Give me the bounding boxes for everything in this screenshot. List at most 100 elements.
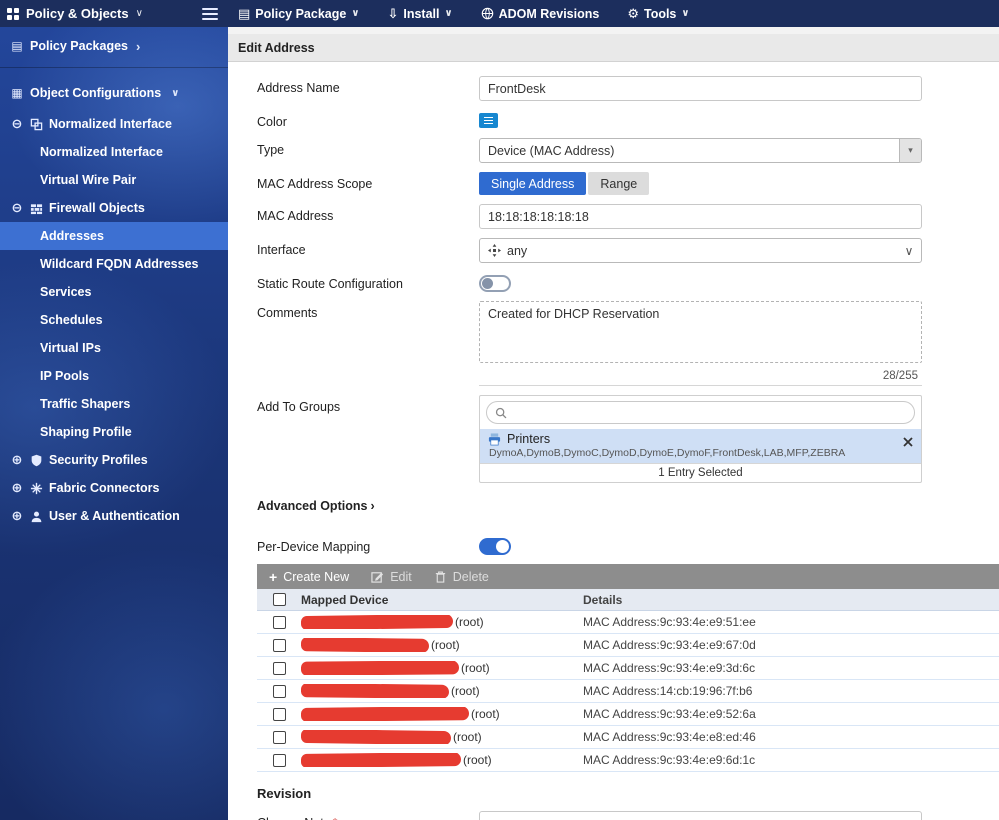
table-row[interactable]: (root) MAC Address:9c:93:4e:e8:ed:46 <box>257 726 999 749</box>
menu-tools[interactable]: ⚙ Tools ∨ <box>627 7 689 21</box>
groups-selected-count: 1 Entry Selected <box>480 463 921 482</box>
expand-icon[interactable]: ⊕ <box>10 480 24 496</box>
chevron-down-icon: ∨ <box>136 8 143 19</box>
column-header-mapped-device[interactable]: Mapped Device <box>301 593 583 607</box>
collapse-icon[interactable]: ⊖ <box>10 200 24 216</box>
menu-adom-revisions[interactable]: ADOM Revisions <box>481 7 600 21</box>
type-select[interactable]: Device (MAC Address) ▾ <box>479 138 922 163</box>
edit-address-form: Address Name Color Type Device (MAC Addr… <box>228 62 970 820</box>
mapped-device-cell: (root) <box>301 730 583 744</box>
app-title[interactable]: Policy & Objects <box>26 6 129 21</box>
menu-label: Policy Package <box>255 7 346 21</box>
mapped-device-cell: (root) <box>301 661 583 675</box>
column-header-details[interactable]: Details <box>583 593 999 607</box>
row-checkbox[interactable] <box>273 639 286 652</box>
sidebar-item-traffic-shapers[interactable]: Traffic Shapers <box>0 390 228 418</box>
field-label: MAC Address <box>257 204 479 223</box>
expand-icon[interactable]: ⊕ <box>10 508 24 524</box>
sidebar-group-user-authentication[interactable]: ⊕ User & Authentication <box>0 502 228 530</box>
chevron-down-icon: ∨ <box>681 8 689 19</box>
menu-label: ADOM Revisions <box>499 7 600 21</box>
group-entry-members: DymoA,DymoB,DymoC,DymoD,DymoE,DymoF,Fron… <box>488 447 913 459</box>
per-device-mapping-row: Per-Device Mapping <box>257 535 970 555</box>
change-note-row: Change Note* <box>257 811 970 820</box>
sidebar-group-fabric-connectors[interactable]: ⊕ Fabric Connectors <box>0 474 228 502</box>
sidebar-section-object-configurations[interactable]: ▦ Object Configurations ∨ <box>0 78 228 108</box>
chevron-right-icon: › <box>370 499 374 513</box>
interface-select[interactable]: any ∨ <box>479 238 922 263</box>
sidebar-item-virtual-ips[interactable]: Virtual IPs <box>0 334 228 362</box>
user-icon <box>30 510 43 523</box>
expand-icon[interactable]: ⊕ <box>10 452 24 468</box>
sidebar-group-security-profiles[interactable]: ⊕ Security Profiles <box>0 446 228 474</box>
sidebar-item-wildcard-fqdn-addresses[interactable]: Wildcard FQDN Addresses <box>0 250 228 278</box>
table-row[interactable]: (root) MAC Address:14:cb:19:96:7f:b6 <box>257 680 999 703</box>
sidebar-item-virtual-wire-pair[interactable]: Virtual Wire Pair <box>0 166 228 194</box>
row-checkbox[interactable] <box>273 731 286 744</box>
row-checkbox[interactable] <box>273 616 286 629</box>
advanced-options-link[interactable]: Advanced Options› <box>257 499 970 513</box>
mac-scope-row: MAC Address Scope Single Address Range <box>257 172 970 195</box>
sidebar-item-shaping-profile[interactable]: Shaping Profile <box>0 418 228 446</box>
select-all-checkbox[interactable] <box>273 593 286 606</box>
app-grid-icon[interactable] <box>7 8 19 20</box>
sidebar-item-schedules[interactable]: Schedules <box>0 306 228 334</box>
edit-button[interactable]: Edit <box>371 570 412 584</box>
color-swatch[interactable] <box>479 113 498 128</box>
details-cell: MAC Address:9c:93:4e:e9:51:ee <box>583 615 999 629</box>
field-label: MAC Address Scope <box>257 172 479 191</box>
hamburger-menu-icon[interactable] <box>202 5 218 23</box>
sidebar-item-label: IP Pools <box>40 369 89 383</box>
table-row[interactable]: (root) MAC Address:9c:93:4e:e9:67:0d <box>257 634 999 657</box>
interface-select-value: any <box>507 244 527 258</box>
field-label: Per-Device Mapping <box>257 535 479 554</box>
groups-search-input[interactable] <box>513 406 906 420</box>
scope-single-address-button[interactable]: Single Address <box>479 172 586 195</box>
address-name-input[interactable] <box>479 76 922 101</box>
table-row[interactable]: (root) MAC Address:9c:93:4e:e9:52:6a <box>257 703 999 726</box>
menu-policy-package[interactable]: ▤ Policy Package ∨ <box>238 7 359 21</box>
sidebar-item-normalized-interface[interactable]: Normalized Interface <box>0 138 228 166</box>
sidebar-item-label: Virtual Wire Pair <box>40 173 136 187</box>
comments-row: Comments Created for DHCP Reservation 28… <box>257 301 970 386</box>
collapse-icon[interactable]: ⊖ <box>10 116 24 132</box>
change-note-textarea[interactable] <box>479 811 922 820</box>
groups-search <box>486 401 915 424</box>
group-entry-printers[interactable]: Printers DymoA,DymoB,DymoC,DymoD,DymoE,D… <box>480 429 921 463</box>
sidebar-item-policy-packages[interactable]: ▤ Policy Packages › <box>0 31 228 61</box>
sidebar: ▤ Policy Packages › ▦ Object Configurati… <box>0 27 228 820</box>
table-row[interactable]: (root) MAC Address:9c:93:4e:e9:3d:6c <box>257 657 999 680</box>
mac-address-input[interactable] <box>479 204 922 229</box>
sidebar-item-label: Security Profiles <box>49 453 148 467</box>
row-checkbox[interactable] <box>273 685 286 698</box>
any-interface-icon <box>488 244 501 257</box>
device-name-suffix: (root) <box>461 661 490 675</box>
scope-range-button[interactable]: Range <box>588 172 649 195</box>
field-label: Change Note* <box>257 811 479 820</box>
table-row[interactable]: (root) MAC Address:9c:93:4e:e9:51:ee <box>257 611 999 634</box>
type-select-value: Device (MAC Address) <box>480 144 899 158</box>
details-cell: MAC Address:9c:93:4e:e9:67:0d <box>583 638 999 652</box>
sidebar-item-ip-pools[interactable]: IP Pools <box>0 362 228 390</box>
sidebar-item-services[interactable]: Services <box>0 278 228 306</box>
table-row[interactable]: (root) MAC Address:9c:93:4e:e9:6d:1c <box>257 749 999 772</box>
sidebar-group-firewall-objects[interactable]: ⊖ Firewall Objects <box>0 194 228 222</box>
comments-textarea[interactable]: Created for DHCP Reservation <box>479 301 922 363</box>
dropdown-button-icon[interactable]: ▾ <box>899 139 921 162</box>
sidebar-item-addresses[interactable]: Addresses <box>0 222 228 250</box>
packages-icon: ▤ <box>10 39 24 53</box>
device-name-suffix: (root) <box>451 684 480 698</box>
delete-button[interactable]: Delete <box>434 570 489 584</box>
remove-entry-icon[interactable] <box>903 434 913 452</box>
sidebar-item-label: User & Authentication <box>49 509 180 523</box>
row-checkbox[interactable] <box>273 754 286 767</box>
row-checkbox[interactable] <box>273 708 286 721</box>
row-checkbox[interactable] <box>273 662 286 675</box>
menu-install[interactable]: ⇩ Install ∨ <box>387 7 452 21</box>
create-new-button[interactable]: + Create New <box>269 569 349 585</box>
static-route-toggle[interactable] <box>479 275 511 292</box>
color-row: Color <box>257 110 970 129</box>
sidebar-group-normalized-interface[interactable]: ⊖ Normalized Interface <box>0 110 228 138</box>
per-device-mapping-toggle[interactable] <box>479 538 511 555</box>
change-note-label: Change Note <box>257 816 331 820</box>
